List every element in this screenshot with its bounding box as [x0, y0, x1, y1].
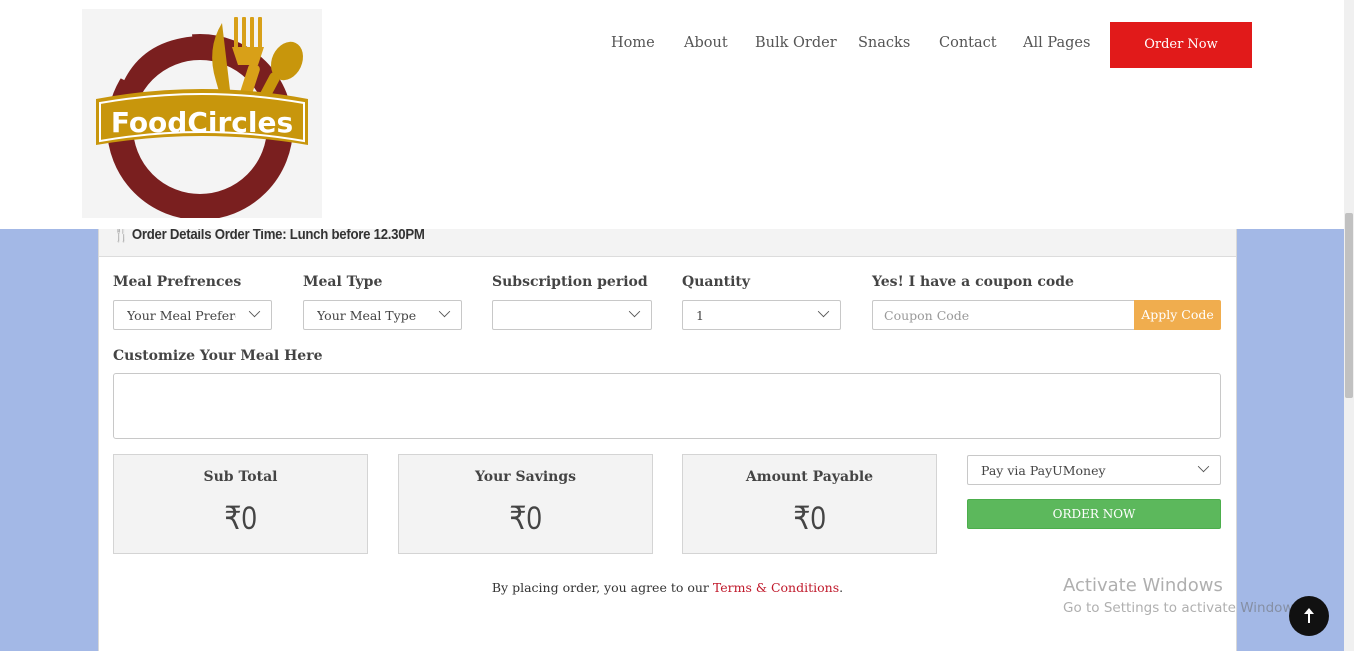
savings-value: ₹0	[509, 500, 542, 536]
subtotal-label: Sub Total	[203, 469, 278, 485]
activate-windows-title: Activate Windows	[1063, 575, 1223, 596]
nav-snacks[interactable]: Snacks	[858, 35, 910, 51]
subscription-period-label: Subscription period	[492, 274, 648, 290]
nav-home[interactable]: Home	[611, 35, 655, 51]
back-to-top-button[interactable]	[1289, 596, 1329, 636]
meal-preferences-label: Meal Prefrences	[113, 274, 242, 290]
coupon-code-input[interactable]: Coupon Code	[872, 300, 1135, 330]
payable-label: Amount Payable	[745, 469, 874, 485]
site-logo[interactable]: FoodCircles	[82, 9, 322, 220]
payable-value: ₹0	[793, 500, 826, 536]
meal-type-select[interactable]: Your Meal Type	[303, 300, 462, 330]
meal-preferences-select[interactable]: Your Meal Preferences	[113, 300, 272, 330]
chevron-down-icon	[817, 305, 830, 318]
activate-windows-subtitle: Go to Settings to activate Windows.	[1063, 600, 1305, 616]
order-now-submit-button[interactable]: ORDER NOW	[967, 499, 1221, 529]
subtotal-box: Sub Total ₹0	[113, 454, 368, 554]
scrollbar-thumb[interactable]	[1345, 213, 1353, 398]
quantity-label: Quantity	[682, 274, 751, 290]
apply-code-button[interactable]: Apply Code	[1134, 300, 1221, 330]
chevron-down-icon	[248, 305, 261, 318]
savings-box: Your Savings ₹0	[398, 454, 653, 554]
nav-bulk-order[interactable]: Bulk Order	[755, 35, 837, 51]
chevron-down-icon	[1197, 460, 1210, 473]
foodcircles-logo-icon: FoodCircles	[96, 17, 308, 220]
payment-method-select[interactable]: Pay via PayUMoney	[967, 455, 1221, 485]
nav-all-pages[interactable]: All Pages	[1023, 35, 1090, 51]
coupon-label: Yes! I have a coupon code	[872, 274, 1074, 290]
terms-link[interactable]: Terms & Conditions	[713, 580, 839, 595]
nav-about[interactable]: About	[684, 35, 728, 51]
savings-label: Your Savings	[474, 469, 577, 485]
customize-meal-label: Customize Your Meal Here	[113, 348, 323, 364]
payable-box: Amount Payable ₹0	[682, 454, 937, 554]
logo-wordmark: FoodCircles	[111, 106, 293, 139]
subscription-period-select[interactable]	[492, 300, 652, 330]
meal-type-label: Meal Type	[303, 274, 383, 290]
customize-meal-textarea[interactable]	[113, 373, 1221, 439]
site-header: FoodCircles Home About Bulk Order Snacks…	[0, 0, 1344, 229]
chevron-down-icon	[438, 305, 451, 318]
subtotal-value: ₹0	[224, 500, 257, 536]
quantity-select[interactable]: 1	[682, 300, 841, 330]
chevron-down-icon	[628, 305, 641, 318]
order-now-button[interactable]: Order Now	[1110, 22, 1252, 68]
nav-contact[interactable]: Contact	[939, 35, 997, 51]
